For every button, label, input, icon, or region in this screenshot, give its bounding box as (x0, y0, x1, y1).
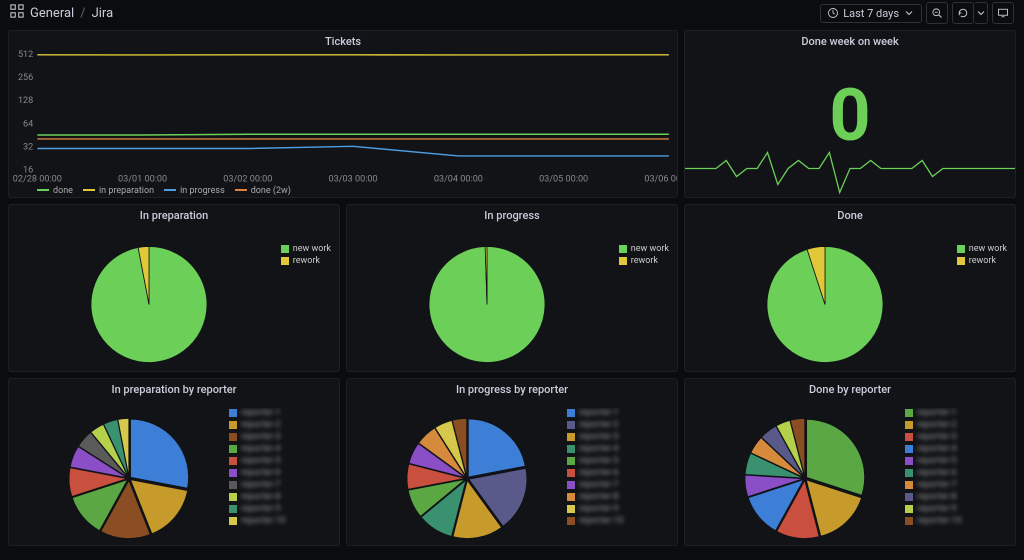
panel-title: Tickets (9, 31, 677, 50)
breadcrumb[interactable]: General / Jira (10, 4, 113, 22)
panel-in-prog-by-reporter[interactable]: In progress by reporter reporter-1report… (346, 378, 678, 546)
breadcrumb-sep: / (80, 6, 85, 21)
panel-in-progress[interactable]: In progress new work rework (346, 204, 678, 372)
pie-legend: new work rework (619, 244, 669, 268)
legend-new-work: new work (631, 244, 669, 254)
svg-text:256: 256 (18, 73, 33, 83)
panel-done-wow[interactable]: Done week on week 0 (684, 30, 1016, 198)
pie-legend: reporter-1reporter-2reporter-3reporter-4… (905, 408, 1007, 528)
legend-rework: rework (293, 256, 320, 266)
legend-done: done (37, 186, 73, 196)
panel-title: In progress by reporter (347, 379, 677, 398)
legend-rework: rework (631, 256, 658, 266)
panel-tickets[interactable]: Tickets 16326412825651202/28 00:0003/01 … (8, 30, 678, 198)
pie-legend: new work rework (281, 244, 331, 268)
pie-legend: new work rework (957, 244, 1007, 268)
panel-title: In preparation by reporter (9, 379, 339, 398)
wow-value: 0 (685, 80, 1015, 152)
panel-title: Done by reporter (685, 379, 1015, 398)
legend-done2w: done (2w) (235, 186, 291, 196)
chevron-down-icon (903, 7, 915, 19)
svg-text:03/06 00:00: 03/06 00:00 (644, 175, 677, 185)
dashboard-grid: Tickets 16326412825651202/28 00:0003/01 … (0, 26, 1024, 550)
pie-legend: reporter-1reporter-2reporter-3reporter-4… (567, 408, 669, 528)
panel-title: Done week on week (685, 31, 1015, 50)
panel-in-prep-by-reporter[interactable]: In preparation by reporter reporter-1rep… (8, 378, 340, 546)
panel-done-by-reporter[interactable]: Done by reporter reporter-1reporter-2rep… (684, 378, 1016, 546)
breadcrumb-folder[interactable]: General (30, 6, 74, 21)
refresh-button[interactable] (952, 2, 974, 24)
svg-text:03/02 00:00: 03/02 00:00 (223, 175, 272, 185)
pie-legend: reporter-1reporter-2reporter-3reporter-4… (229, 408, 331, 528)
svg-text:03/05 00:00: 03/05 00:00 (539, 175, 588, 185)
legend-rework: rework (969, 256, 996, 266)
tickets-legend: done in preparation in progress done (2w… (37, 186, 291, 196)
svg-text:02/28 00:00: 02/28 00:00 (13, 175, 62, 185)
svg-text:03/04 00:00: 03/04 00:00 (434, 175, 483, 185)
svg-text:03/01 00:00: 03/01 00:00 (118, 175, 167, 185)
tv-mode-button[interactable] (992, 2, 1014, 24)
clock-icon (827, 7, 839, 19)
legend-new-work: new work (969, 244, 1007, 254)
panel-title: In progress (347, 205, 677, 224)
time-range-label: Last 7 days (843, 7, 899, 20)
topbar: General / Jira Last 7 days (0, 0, 1024, 26)
breadcrumb-title[interactable]: Jira (92, 6, 114, 21)
svg-text:03/03 00:00: 03/03 00:00 (329, 175, 378, 185)
svg-text:64: 64 (23, 119, 33, 129)
tickets-chart: 16326412825651202/28 00:0003/01 00:0003/… (9, 50, 677, 198)
panel-title: Done (685, 205, 1015, 224)
legend-new-work: new work (293, 244, 331, 254)
top-controls: Last 7 days (820, 2, 1014, 24)
svg-text:128: 128 (18, 96, 33, 106)
time-range-picker[interactable]: Last 7 days (820, 4, 922, 23)
legend-in-prog: in progress (164, 186, 225, 196)
refresh-menu-chevron[interactable] (974, 2, 988, 24)
panel-done[interactable]: Done new work rework (684, 204, 1016, 372)
panel-in-preparation[interactable]: In preparation new work rework (8, 204, 340, 372)
zoom-out-button[interactable] (926, 2, 948, 24)
legend-in-prep: in preparation (83, 186, 154, 196)
svg-text:512: 512 (18, 50, 33, 60)
svg-text:32: 32 (23, 142, 33, 152)
dashboard-grid-icon (10, 4, 24, 22)
panel-title: In preparation (9, 205, 339, 224)
